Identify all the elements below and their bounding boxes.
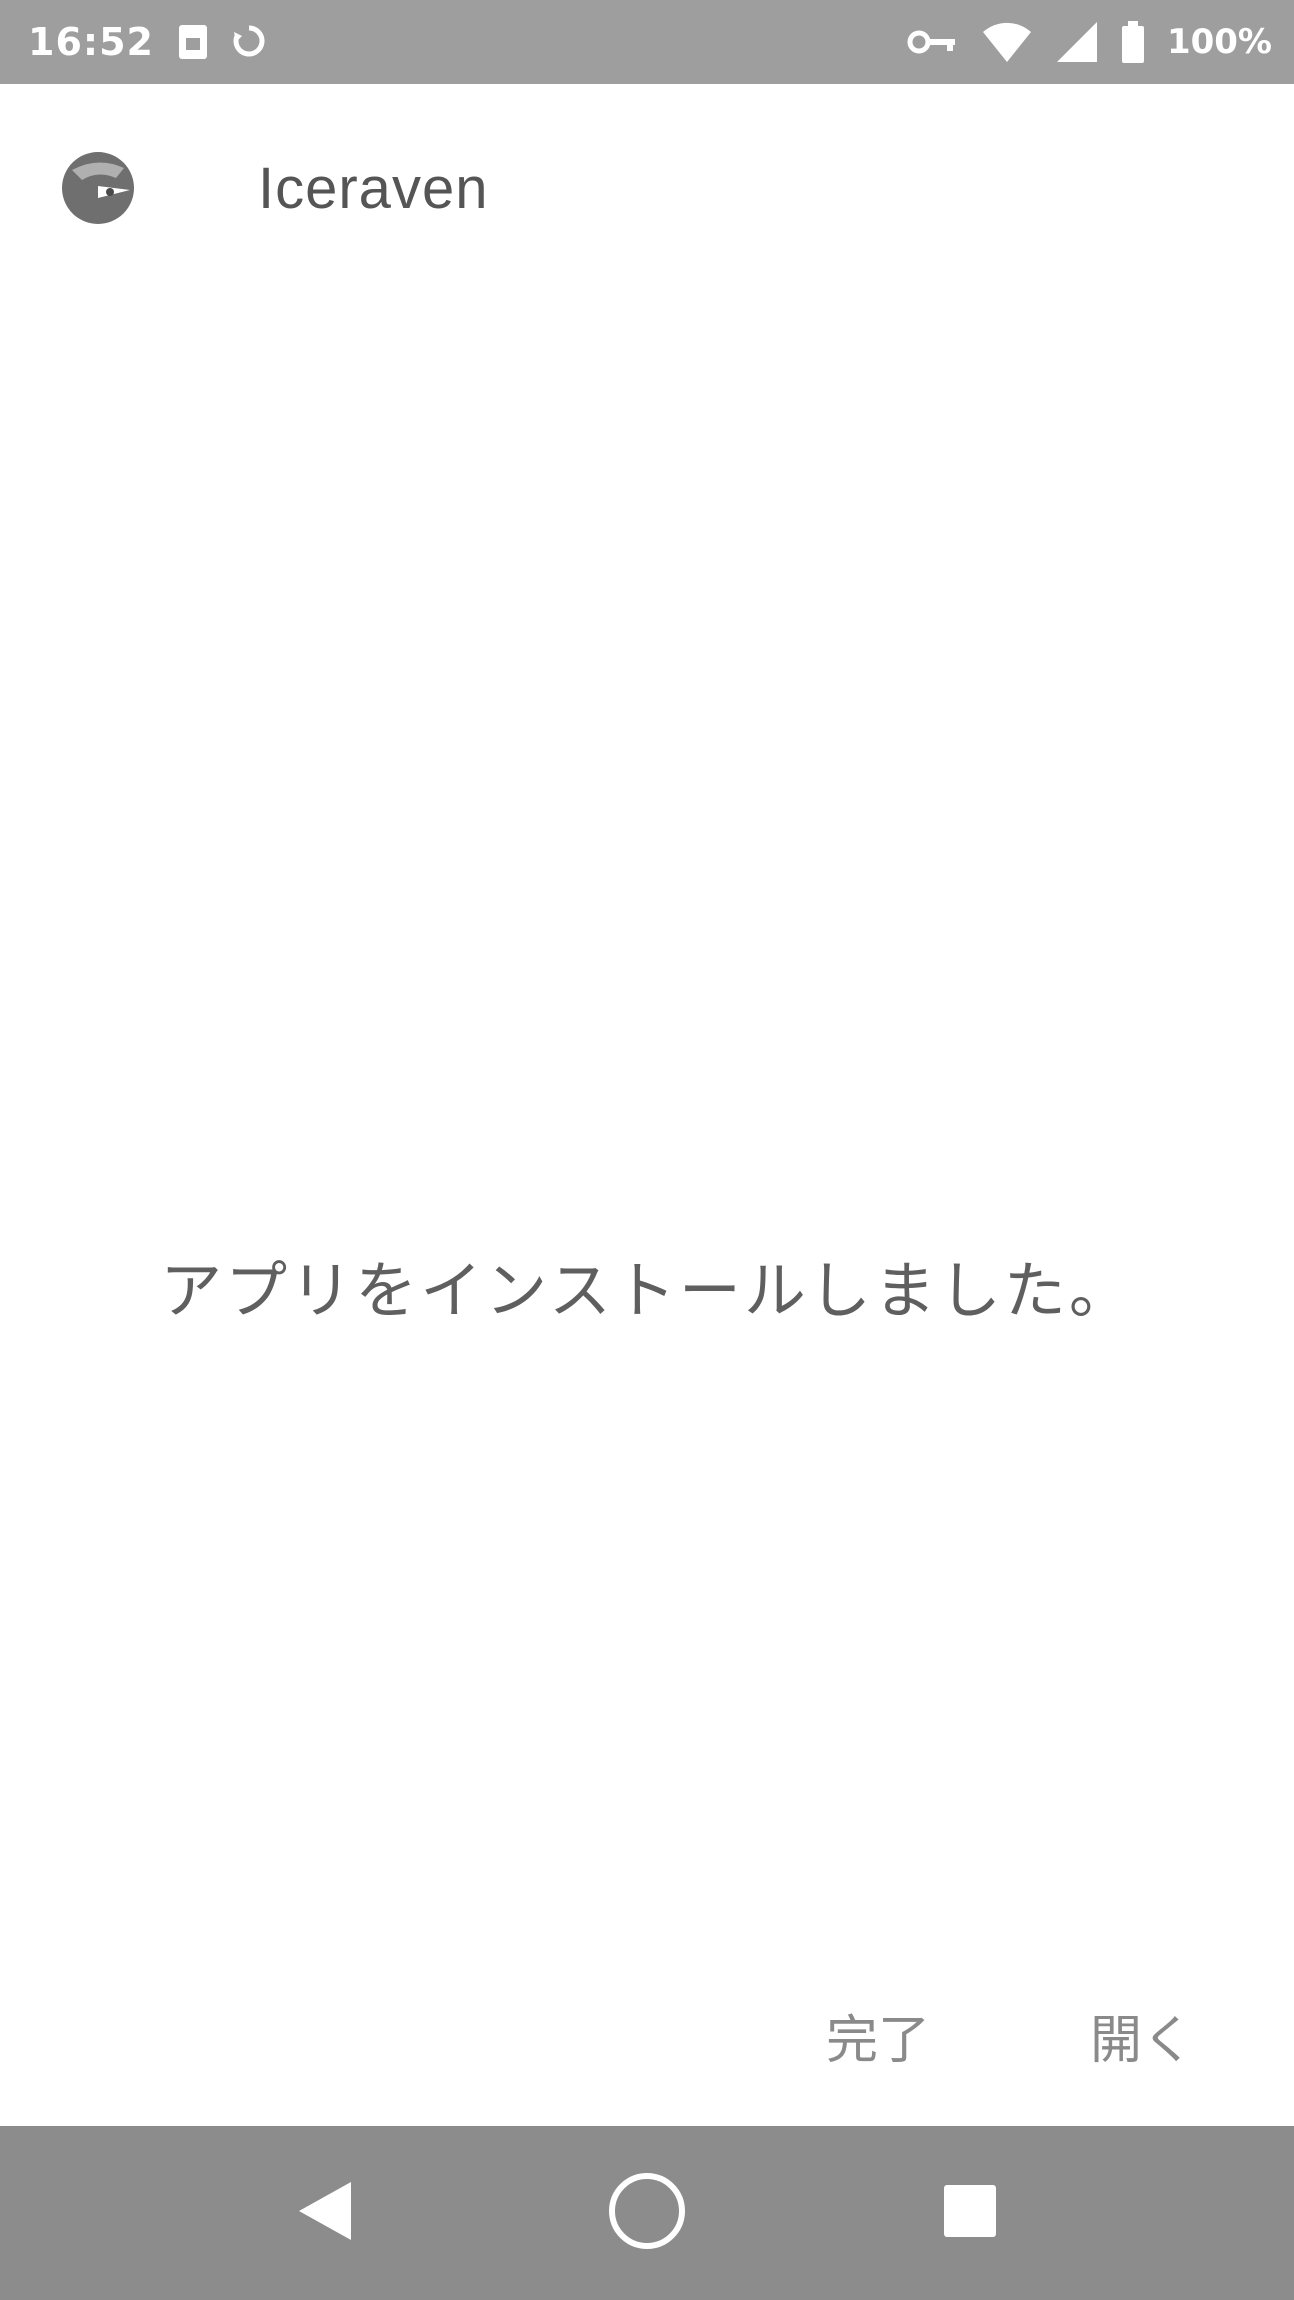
recents-square-icon — [942, 2183, 998, 2243]
install-complete-screen: 16:52 100% Iceraven アプリをインストールしました。 完了 開… — [0, 0, 1294, 2300]
iceraven-logo-icon — [58, 148, 138, 228]
action-buttons: 完了 開く — [786, 1980, 1234, 2091]
back-triangle-icon — [295, 2178, 355, 2248]
status-time: 16:52 — [28, 20, 154, 64]
sync-icon — [232, 22, 266, 62]
sim-icon — [176, 22, 210, 62]
done-button[interactable]: 完了 — [786, 1980, 970, 2091]
status-left: 16:52 — [28, 20, 266, 64]
key-icon — [907, 27, 959, 57]
navigation-bar — [0, 2126, 1294, 2300]
home-circle-icon — [606, 2170, 688, 2256]
battery-percentage: 100% — [1166, 22, 1272, 62]
battery-icon — [1121, 20, 1145, 64]
status-right: 100% — [907, 20, 1272, 64]
recents-button[interactable] — [942, 2183, 998, 2243]
install-complete-message: アプリをインストールしました。 — [160, 1254, 1134, 1327]
app-name: Iceraven — [258, 155, 489, 221]
signal-icon — [1055, 20, 1099, 64]
open-button[interactable]: 開く — [1050, 1980, 1234, 2091]
status-bar: 16:52 100% — [0, 0, 1294, 84]
back-button[interactable] — [295, 2178, 355, 2248]
home-button[interactable] — [606, 2170, 688, 2256]
wifi-icon — [981, 20, 1033, 64]
app-header: Iceraven — [58, 148, 488, 228]
